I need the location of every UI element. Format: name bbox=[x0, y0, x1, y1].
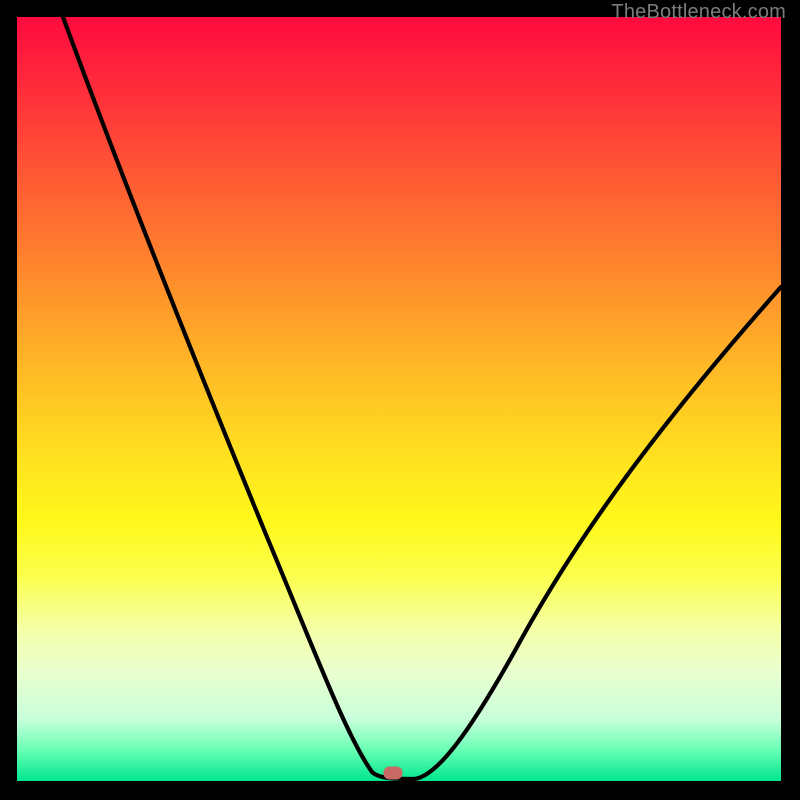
curve-left-branch bbox=[63, 17, 415, 779]
chart-plot-area bbox=[17, 17, 781, 781]
bottleneck-curve bbox=[17, 17, 781, 781]
chart-stage: TheBottleneck.com bbox=[0, 0, 800, 800]
watermark-text: TheBottleneck.com bbox=[611, 1, 786, 24]
curve-right-branch bbox=[415, 287, 781, 779]
optimal-point-marker bbox=[383, 767, 402, 780]
